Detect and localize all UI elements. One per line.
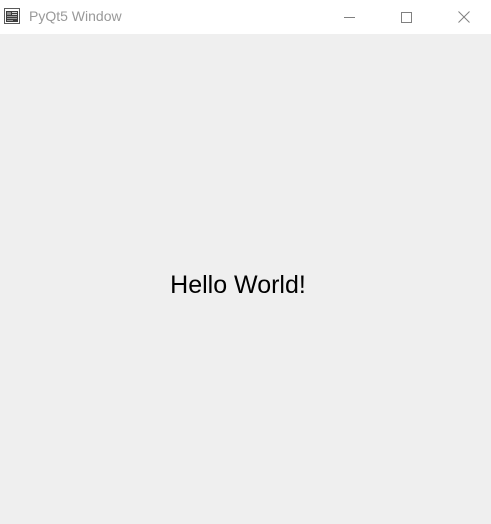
minimize-icon [343,12,355,23]
app-icon[interactable] [4,8,20,24]
close-button[interactable] [441,0,487,34]
close-icon [458,11,470,23]
window-client-area: Hello World! [0,34,491,524]
hello-world-label: Hello World! [170,271,306,299]
title-bar[interactable]: PyQt5 Window [0,0,491,34]
maximize-button[interactable] [383,0,429,34]
maximize-icon [400,11,412,23]
pyqt-window: PyQt5 Window Hello World! [0,0,491,524]
window-title: PyQt5 Window [29,8,122,24]
minimize-button[interactable] [326,0,372,34]
